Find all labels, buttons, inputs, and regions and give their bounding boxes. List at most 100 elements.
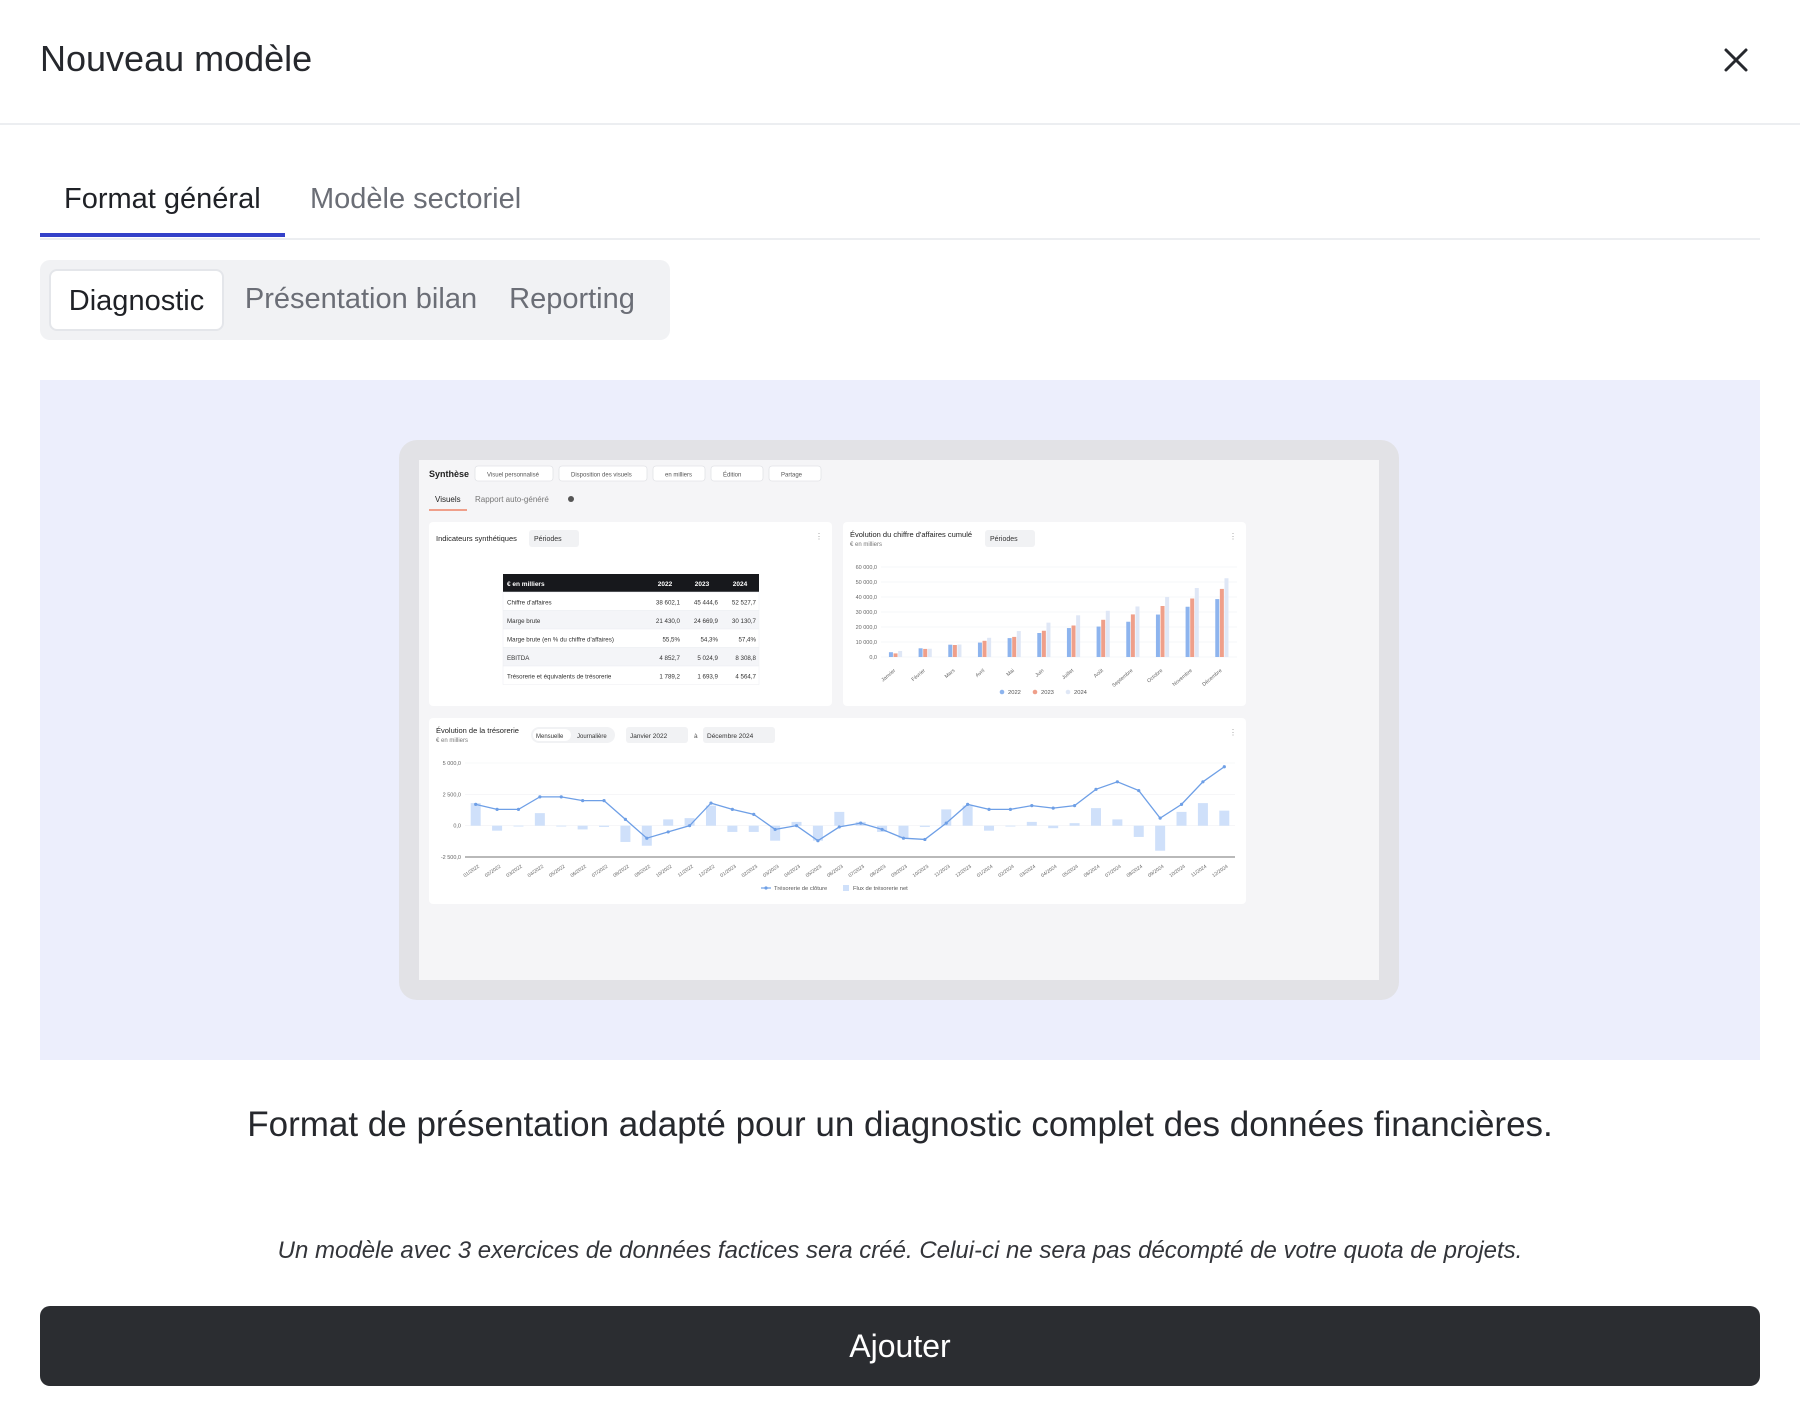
revenue-bar <box>1096 626 1101 657</box>
revenue-bar <box>1076 615 1081 657</box>
revenue-bar <box>1165 597 1170 657</box>
treasury-point <box>709 801 713 805</box>
treasury-point <box>859 821 863 825</box>
revenue-legend-label: 2024 <box>1074 690 1088 696</box>
treasury-flux-bar <box>919 825 930 827</box>
table-cell: 57,4% <box>738 637 756 644</box>
revenue-bar <box>1219 588 1224 657</box>
treasury-point <box>516 807 521 811</box>
treasury-point <box>794 824 799 828</box>
table-cell: 21 430,0 <box>656 618 681 625</box>
table-cell: 1 693,9 <box>697 674 718 681</box>
template-preview: Synthèse Visuel personnalisé Disposition … <box>40 380 1760 1060</box>
flux-legend-label: Flux de trésorerie net <box>853 886 908 892</box>
treasury-to: Décembre 2024 <box>707 733 754 740</box>
treasury-point <box>538 795 542 799</box>
treasury-from: Janvier 2022 <box>630 733 668 740</box>
treasury-ytick-label: 0,0 <box>453 824 461 830</box>
table-header-cell: 2023 <box>695 581 710 588</box>
revenue-bar <box>1155 614 1160 657</box>
revenue-bar <box>957 644 962 657</box>
segment-presentation-bilan[interactable]: Présentation bilan <box>242 269 480 331</box>
modal-title: Nouveau modèle <box>40 38 313 79</box>
revenue-dropdown-label: Périodes <box>990 536 1018 543</box>
preview-gear-icon <box>568 496 574 502</box>
add-button[interactable]: Ajouter <box>40 1306 1760 1386</box>
treasury-point <box>602 799 606 803</box>
indicators-menu-icon: ⋮ <box>815 532 823 541</box>
treasury-ytick-label: -2 500,0 <box>441 855 461 861</box>
treasury-point <box>773 827 777 832</box>
treasury-point <box>730 807 734 811</box>
revenue-bar <box>1041 630 1046 657</box>
table-cell: Trésorerie et équivalents de trésorerie <box>507 674 612 681</box>
treasury-point <box>1115 780 1119 784</box>
treasury-toggle-mensuelle: Mensuelle <box>536 734 564 740</box>
revenue-bar <box>1194 588 1199 657</box>
revenue-ytick-label: 60 000,0 <box>856 565 877 571</box>
treasury-flux-bar <box>1155 825 1166 851</box>
treasury-flux-bar <box>556 825 567 827</box>
treasury-point <box>581 799 585 803</box>
treasury-flux-bar <box>620 825 631 842</box>
revenue-bar <box>1037 633 1042 657</box>
treasury-point <box>1201 780 1205 784</box>
treasury-point <box>559 795 563 799</box>
segment-diagnostic[interactable]: Diagnostic <box>49 269 224 331</box>
treasury-point <box>923 837 927 842</box>
segment-reporting[interactable]: Reporting <box>508 269 636 331</box>
treasury-point <box>687 824 692 828</box>
revenue-legend-label: 2022 <box>1008 690 1021 696</box>
treasury-legend-marker <box>764 886 768 890</box>
treasury-point <box>901 836 906 840</box>
treasury-point <box>880 827 884 832</box>
active-tab-indicator <box>40 233 285 237</box>
table-cell: 1 789,2 <box>659 674 680 681</box>
template-note: Un modèle avec 3 exercices de données fa… <box>277 1237 1523 1264</box>
treasury-point <box>1072 804 1077 808</box>
revenue-bar <box>952 645 957 657</box>
template-type-selector: Diagnostic Présentation bilan Reporting <box>40 260 670 340</box>
indicators-dropdown-label: Périodes <box>534 536 562 543</box>
revenue-ytick-label: 30 000,0 <box>856 610 877 616</box>
treasury-flux-bar <box>834 811 845 826</box>
revenue-bar <box>982 640 987 657</box>
revenue-bar <box>918 648 923 657</box>
table-cell: 4 852,7 <box>659 655 680 662</box>
revenue-bar <box>1130 614 1135 657</box>
table-row <box>502 647 760 667</box>
treasury-point <box>1030 804 1034 808</box>
revenue-ytick-label: 0,0 <box>869 655 877 661</box>
tab-format-general[interactable]: Format général <box>64 183 261 216</box>
treasury-legend-label: Trésorerie de clôture <box>774 886 827 892</box>
revenue-legend-label: 2023 <box>1041 690 1054 696</box>
revenue-bar <box>1215 599 1220 657</box>
treasury-point <box>1158 816 1162 820</box>
table-cell: 30 130,7 <box>732 618 757 625</box>
revenue-bar <box>1160 606 1165 657</box>
treasury-separator: à <box>694 733 698 740</box>
close-button[interactable] <box>1716 40 1756 80</box>
treasury-flux-bar <box>1069 823 1080 826</box>
revenue-bar <box>987 637 992 657</box>
preview-toolbar-button-label: Disposition des visuels <box>571 473 632 479</box>
treasury-ytick-label: 2 500,0 <box>443 792 461 798</box>
tab-modele-sectoriel[interactable]: Modèle sectoriel <box>310 183 521 216</box>
treasury-point <box>987 807 991 811</box>
modal-header: Nouveau modèle <box>0 0 1800 125</box>
preview-toolbar-button-label: Édition <box>723 472 741 479</box>
table-header-cell: € en milliers <box>507 581 545 588</box>
treasury-point <box>1222 765 1226 769</box>
treasury-flux-bar <box>470 803 481 826</box>
revenue-bar <box>893 653 898 657</box>
treasury-ytick-label: 5 000,0 <box>443 761 461 767</box>
treasury-flux-bar <box>705 805 716 826</box>
table-cell: 8 308,8 <box>735 655 756 662</box>
treasury-point <box>623 817 628 821</box>
treasury-point <box>495 807 499 811</box>
treasury-title: Évolution de la trésorerie <box>436 726 519 735</box>
revenue-bar <box>1135 606 1140 657</box>
indicators-title: Indicateurs synthétiques <box>436 534 517 543</box>
treasury-point <box>666 830 670 834</box>
table-header-cell: 2024 <box>733 581 748 588</box>
